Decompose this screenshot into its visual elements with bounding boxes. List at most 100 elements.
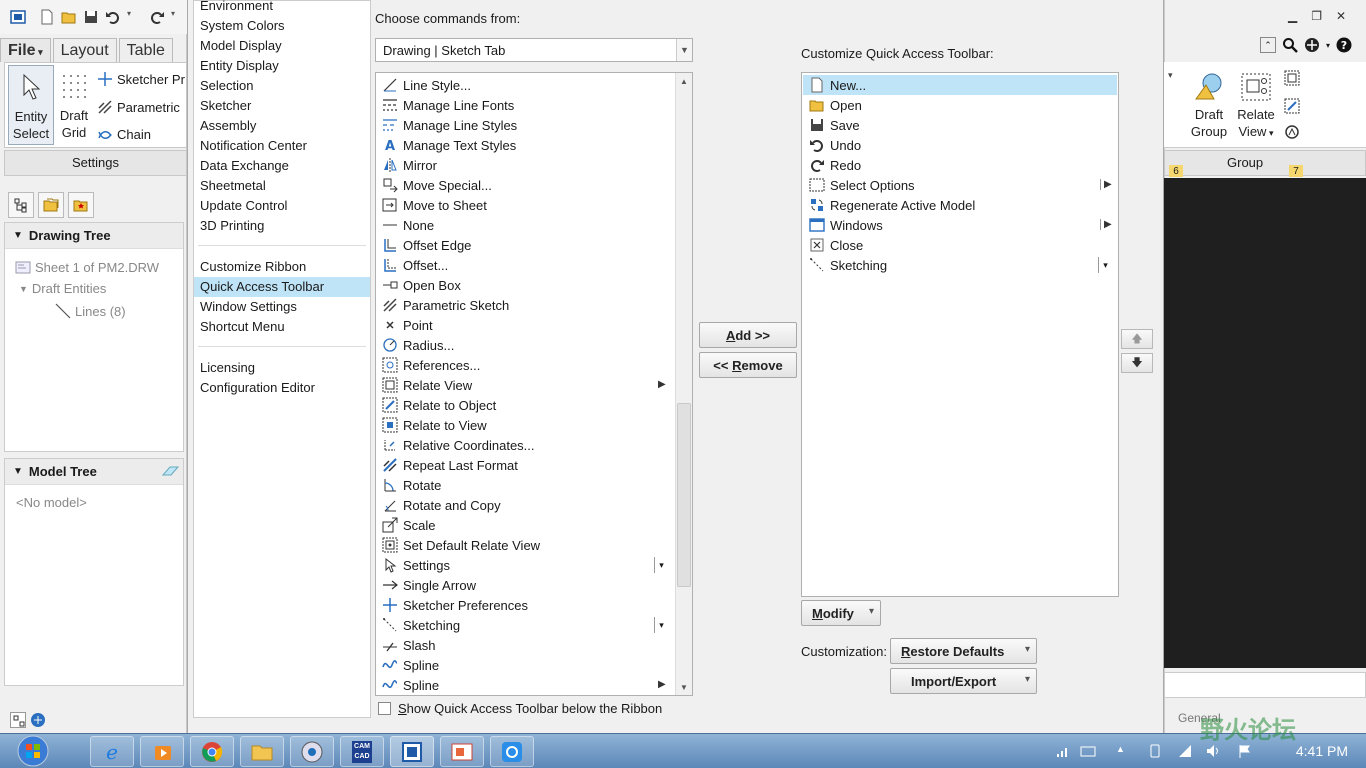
submenu-arrow-icon[interactable]: ▶ (1100, 179, 1112, 190)
taskbar-camcad[interactable]: CAM CAD (340, 736, 384, 767)
command-item[interactable]: Rotate (382, 475, 441, 495)
minimize-icon[interactable]: ▁ (1288, 9, 1297, 23)
category-data-exchange[interactable]: Data Exchange (194, 156, 370, 176)
tray-network-icon[interactable] (1056, 744, 1070, 758)
chain-button[interactable]: Chain (97, 126, 151, 142)
qat-item[interactable]: Open (803, 95, 1117, 115)
collapse-ribbon-icon[interactable]: ⌃ (1260, 37, 1276, 53)
category-3d-printing[interactable]: 3D Printing (194, 216, 370, 236)
command-item[interactable]: Relate to Object (382, 395, 496, 415)
commands-list-scrollbar[interactable]: ▲ ▼ (675, 73, 692, 695)
tab-layout[interactable]: Layout (52, 38, 117, 62)
command-item[interactable]: Slash (382, 635, 436, 655)
browser-toggle-icon[interactable] (30, 712, 46, 728)
split-dropdown-icon[interactable]: ▾ (1098, 257, 1112, 273)
command-item[interactable]: Spline (382, 655, 439, 675)
qat-item[interactable]: Close (803, 235, 1117, 255)
command-item[interactable]: Scale (382, 515, 436, 535)
taskbar-explorer[interactable] (240, 736, 284, 767)
move-down-button[interactable]: 🡇 (1121, 353, 1153, 373)
eraser-icon[interactable] (161, 464, 179, 480)
command-item[interactable]: Single Arrow (382, 575, 476, 595)
command-item[interactable]: Sketcher Preferences (382, 595, 528, 615)
submenu-arrow-icon[interactable]: ▶ (658, 379, 666, 390)
command-item[interactable]: Spline (382, 675, 439, 695)
command-item[interactable]: None (382, 215, 434, 235)
scroll-down-icon[interactable]: ▼ (676, 679, 692, 695)
category-quick-access-toolbar[interactable]: Quick Access Toolbar (194, 277, 370, 297)
category-model-display[interactable]: Model Display (194, 36, 370, 56)
graphics-area[interactable] (1164, 178, 1366, 668)
disassociate-icon[interactable] (1284, 124, 1300, 140)
collapse-triangle-icon[interactable]: ▼ (13, 230, 23, 241)
tree-item-lines[interactable]: Lines (8) (55, 303, 126, 319)
command-item[interactable]: Settings (382, 555, 450, 575)
scroll-thumb[interactable] (677, 403, 691, 587)
show-below-ribbon-option[interactable]: Show Quick Access Toolbar below the Ribb… (378, 701, 662, 716)
qat-item[interactable]: Save (803, 115, 1117, 135)
tray-keyboard-icon[interactable] (1080, 744, 1096, 758)
tray-show-hidden-icon[interactable]: ▲ (1116, 744, 1130, 758)
system-clock[interactable]: 4:41 PM (1296, 743, 1348, 759)
taskbar-app-blue[interactable] (490, 736, 534, 767)
save-icon[interactable] (83, 9, 99, 25)
community-dropdown-icon[interactable]: ▾ (1326, 41, 1330, 50)
relate-view-button[interactable]: Relate View ▾ (1234, 68, 1278, 142)
folder-browser-tab[interactable] (38, 192, 64, 218)
tray-device-icon[interactable] (1148, 744, 1162, 758)
draft-grid-button[interactable]: Draft Grid (56, 65, 92, 145)
navigator-toggle-icon[interactable] (10, 712, 26, 728)
scroll-up-icon[interactable]: ▲ (676, 73, 692, 89)
model-tree-tab[interactable] (8, 192, 34, 218)
sketcher-preferences-button[interactable]: Sketcher Pr (97, 71, 185, 87)
redo-dropdown-icon[interactable]: ▾ (171, 9, 187, 25)
category-notification-center[interactable]: Notification Center (194, 136, 370, 156)
command-item[interactable]: Sketching (382, 615, 460, 635)
drawing-tree-header[interactable]: ▼ Drawing Tree (5, 223, 183, 249)
command-item[interactable]: Parametric Sketch (382, 295, 509, 315)
command-item[interactable]: Offset... (382, 255, 448, 275)
submenu-arrow-icon[interactable]: ▶ (658, 679, 666, 690)
taskbar-chrome[interactable] (190, 736, 234, 767)
submenu-arrow-icon[interactable]: ▶ (1100, 219, 1112, 230)
parametric-button[interactable]: Parametric (97, 99, 180, 115)
qat-item[interactable]: Sketching (803, 255, 1117, 275)
taskbar-presentation[interactable] (440, 736, 484, 767)
favorites-tab[interactable] (68, 192, 94, 218)
command-item[interactable]: Point (382, 315, 433, 335)
ribbon-overflow-icon[interactable]: ▾ (1168, 70, 1173, 81)
category-environment[interactable]: Environment (194, 0, 370, 16)
command-item[interactable]: Manage Line Fonts (382, 95, 514, 115)
undo-dropdown-icon[interactable]: ▾ (127, 9, 143, 25)
category-configuration-editor[interactable]: Configuration Editor (194, 378, 370, 398)
category-sketcher[interactable]: Sketcher (194, 96, 370, 116)
move-up-button[interactable]: 🡅 (1121, 329, 1153, 349)
command-item[interactable]: Manage Line Styles (382, 115, 517, 135)
commands-source-dropdown[interactable]: Drawing | Sketch Tab ▼ (375, 38, 693, 62)
category-licensing[interactable]: Licensing (194, 358, 370, 378)
category-window-settings[interactable]: Window Settings (194, 297, 370, 317)
add-button[interactable]: Add >> (699, 322, 797, 348)
category-entity-display[interactable]: Entity Display (194, 56, 370, 76)
command-item[interactable]: Mirror (382, 155, 437, 175)
undo-icon[interactable] (105, 9, 121, 25)
search-icon[interactable] (1282, 37, 1298, 53)
command-item[interactable]: References... (382, 355, 480, 375)
command-item[interactable]: Relate View (382, 375, 472, 395)
restore-defaults-button[interactable]: Restore Defaults (890, 638, 1037, 664)
command-item[interactable]: A Manage Text Styles (382, 135, 516, 155)
category-sheetmetal[interactable]: Sheetmetal (194, 176, 370, 196)
command-item[interactable]: Rotate and Copy (382, 495, 501, 515)
model-tree-header[interactable]: ▼ Model Tree (5, 459, 183, 485)
command-item[interactable]: Repeat Last Format (382, 455, 518, 475)
qat-item[interactable]: Redo (803, 155, 1117, 175)
taskbar-media-player[interactable] (140, 736, 184, 767)
split-dropdown-icon[interactable]: ▾ (654, 557, 668, 573)
category-assembly[interactable]: Assembly (194, 116, 370, 136)
open-folder-icon[interactable] (61, 9, 77, 25)
tray-flag-icon[interactable] (1238, 744, 1252, 758)
restore-icon[interactable]: ❐ (1311, 9, 1322, 23)
new-icon[interactable] (39, 9, 55, 25)
command-item[interactable]: Set Default Relate View (382, 535, 540, 555)
category-selection[interactable]: Selection (194, 76, 370, 96)
